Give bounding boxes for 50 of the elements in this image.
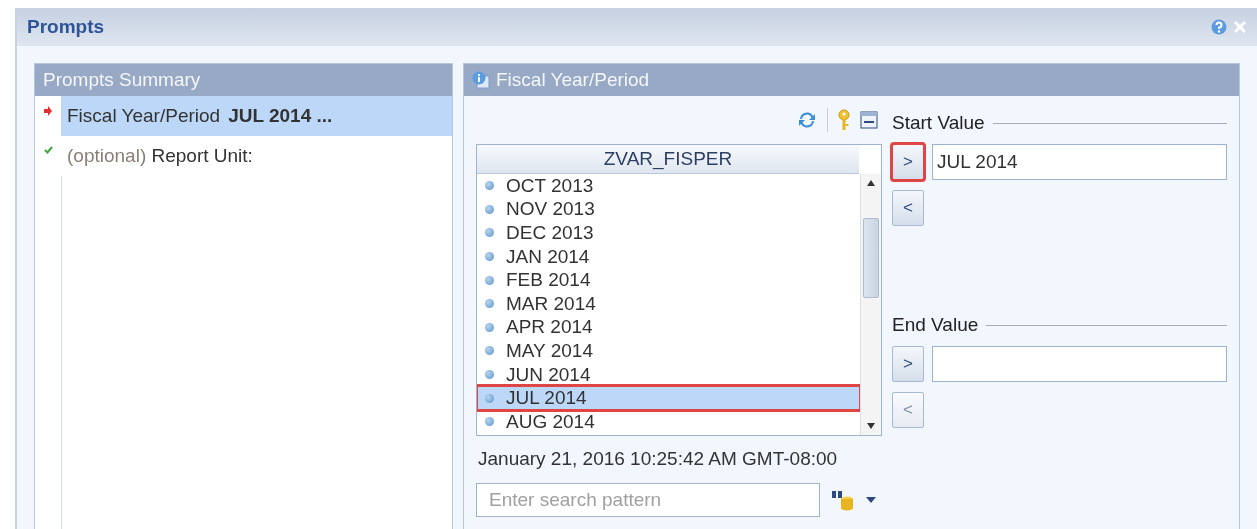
list-item[interactable]: NOV 2013 (477, 197, 860, 222)
panel-title: Fiscal Year/Period (496, 69, 650, 91)
remove-button[interactable]: < (892, 190, 924, 226)
info-icon (472, 71, 490, 89)
scroll-down-icon[interactable] (867, 423, 875, 429)
add-button[interactable]: > (892, 346, 924, 382)
section-label: End Value (892, 314, 979, 336)
list-item[interactable]: JUL 2014 (477, 386, 860, 410)
help-icon[interactable] (1211, 19, 1227, 35)
panel-header: Prompts Summary (35, 64, 452, 96)
list-item[interactable]: APR 2014 (477, 315, 860, 340)
collapse-icon[interactable] (860, 111, 878, 129)
bullet-icon (485, 181, 494, 191)
column-header: ZVAR_FISPER (477, 145, 859, 174)
timestamp: January 21, 2016 10:25:42 AM GMT-08:00 (478, 448, 839, 470)
add-button[interactable]: > (892, 144, 924, 180)
list-item[interactable]: DEC 2013 (477, 221, 860, 245)
bullet-icon (485, 417, 494, 427)
bullet-icon (485, 204, 494, 214)
window-title: Prompts (27, 16, 106, 38)
search-database-icon[interactable] (830, 489, 856, 511)
bullet-icon (485, 393, 494, 403)
bullet-icon (485, 299, 494, 309)
caret-icon[interactable] (866, 497, 876, 503)
bullet-icon (485, 228, 494, 238)
list-item[interactable]: OCT 2013 (477, 174, 860, 198)
section-label: Start Value (892, 112, 985, 134)
bullet-icon (485, 322, 494, 332)
list-item[interactable]: MAY 2014 (477, 339, 860, 363)
value-field[interactable]: JUL 2014 (932, 144, 1227, 180)
bullet-icon (485, 275, 494, 285)
bullet-icon (485, 346, 494, 356)
list-item[interactable]: JUN 2014 (477, 362, 860, 387)
summary-item[interactable]: (optional) Report Unit: (61, 136, 452, 176)
summary-item[interactable]: Fiscal Year/Period JUL 2014 ... (61, 96, 452, 136)
value-field[interactable] (932, 346, 1227, 382)
list-item[interactable]: JAN 2014 (477, 244, 860, 269)
check-icon (43, 146, 53, 154)
scroll-thumb[interactable] (863, 218, 879, 298)
required-icon (44, 106, 52, 116)
scroll-up-icon[interactable] (867, 180, 875, 186)
list-item[interactable]: AUG 2014 (477, 409, 860, 434)
scrollbar[interactable] (860, 174, 881, 435)
bullet-icon (485, 370, 494, 380)
refresh-icon[interactable] (797, 110, 817, 130)
bullet-icon (485, 252, 494, 262)
list-item[interactable]: MAR 2014 (477, 291, 860, 316)
search-field[interactable]: Enter search pattern (476, 483, 820, 517)
list-item[interactable]: FEB 2014 (477, 268, 860, 292)
key-icon[interactable] (838, 109, 850, 131)
